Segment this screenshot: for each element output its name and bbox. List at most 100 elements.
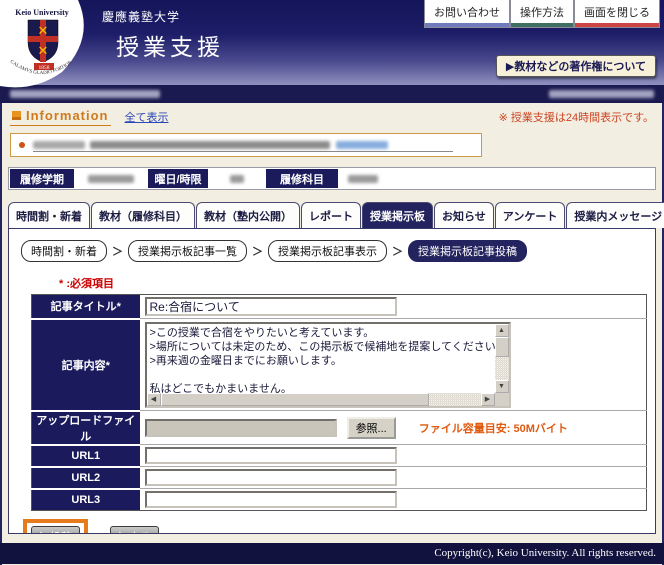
url3-cell bbox=[140, 489, 647, 511]
tab-class-board[interactable]: 授業掲示板 bbox=[362, 202, 433, 228]
header: Keio University ✕ ✕ 1858 CALAMVS GLADIO … bbox=[0, 0, 664, 85]
url1-input[interactable] bbox=[145, 447, 397, 464]
svg-text:Keio University: Keio University bbox=[15, 8, 69, 17]
upload-file-row: アップロードファイル 参照... ファイル容量目安: 50Mバイト bbox=[32, 411, 647, 445]
redacted-announcement-text bbox=[90, 141, 330, 149]
article-content-label: 記事内容* bbox=[32, 319, 140, 411]
article-content-cell: >この授業で合宿をやりたいと考えています。 >場所については未定のため、この掲示… bbox=[140, 319, 647, 411]
scroll-right-icon[interactable]: ▶ bbox=[481, 393, 495, 406]
tab-timetable-new[interactable]: 時間割・新着 bbox=[8, 202, 90, 228]
information-header: Information bbox=[10, 108, 111, 126]
tab-class-message[interactable]: 授業内メッセージ bbox=[566, 202, 664, 228]
url2-row: URL2 bbox=[32, 467, 647, 489]
content-line: >場所については未定のため、この掲示板で候補地を提案してください。 bbox=[150, 340, 494, 354]
day-period-label: 曜日/時限 bbox=[148, 169, 208, 188]
url2-label: URL2 bbox=[32, 467, 140, 489]
content-line: >この授業で合宿をやりたいと考えています。 bbox=[150, 326, 494, 340]
contact-button[interactable]: お問い合わせ bbox=[424, 0, 510, 28]
information-icon bbox=[12, 111, 21, 120]
breadcrumb: 時間割・新着 ＞ 授業掲示板記事一覧 ＞ 授業掲示板記事表示 ＞ 授業掲示板記事… bbox=[21, 240, 643, 262]
tab-materials-enrolled[interactable]: 教材（履修科目） bbox=[91, 202, 195, 228]
tab-news[interactable]: お知らせ bbox=[434, 202, 494, 228]
upload-file-cell: 参照... ファイル容量目安: 50Mバイト bbox=[140, 411, 647, 445]
subject-label: 履修科目 bbox=[266, 169, 338, 188]
article-title-row: 記事タイトル* bbox=[32, 295, 647, 319]
article-content-textarea[interactable]: >この授業で合宿をやりたいと考えています。 >場所については未定のため、この掲示… bbox=[145, 322, 511, 408]
scroll-down-icon[interactable]: ▼ bbox=[495, 380, 509, 393]
scroll-up-icon[interactable]: ▲ bbox=[495, 324, 509, 337]
svg-text:1858: 1858 bbox=[39, 65, 50, 71]
tab-report[interactable]: レポート bbox=[301, 202, 361, 228]
subject-value bbox=[338, 169, 654, 188]
scrollbar-corner bbox=[495, 393, 509, 406]
announcement-underline bbox=[33, 151, 453, 152]
horizontal-scroll-thumb[interactable] bbox=[161, 393, 429, 406]
materials-copyright-button[interactable]: ▶教材などの著作権について bbox=[496, 55, 656, 77]
breadcrumb-item-timetable[interactable]: 時間割・新着 bbox=[21, 240, 107, 262]
announcement-box[interactable] bbox=[10, 133, 482, 157]
course-info-bar: 履修学期 曜日/時限 履修科目 bbox=[8, 167, 656, 190]
announcement-bullet-icon bbox=[19, 142, 25, 148]
vertical-scrollbar[interactable]: ▲ ▼ bbox=[495, 324, 509, 393]
header-nav: お問い合わせ 操作方法 画面を閉じる bbox=[424, 0, 660, 28]
redacted-term-value bbox=[88, 175, 134, 183]
redacted-day-value bbox=[230, 175, 244, 183]
highlighted-content-line: 私はどこでもかまいません。 bbox=[147, 382, 292, 393]
vertical-scroll-thumb[interactable] bbox=[495, 337, 509, 357]
article-title-label: 記事タイトル* bbox=[32, 295, 140, 319]
information-title: Information bbox=[26, 108, 109, 123]
support-hours-note: ※ 授業支援は24時間表示です。 bbox=[499, 109, 654, 125]
close-screen-button[interactable]: 画面を閉じる bbox=[574, 0, 660, 28]
article-title-input[interactable] bbox=[145, 297, 397, 316]
tab-survey[interactable]: アンケート bbox=[495, 202, 566, 228]
scroll-left-icon[interactable]: ◀ bbox=[147, 393, 161, 406]
information-section: Information 全て表示 ※ 授業支援は24時間表示です。 bbox=[0, 103, 664, 167]
logo-shield-icon: ✕ ✕ bbox=[28, 20, 58, 62]
horizontal-scrollbar[interactable]: ◀ ▶ bbox=[147, 393, 495, 406]
content-line bbox=[150, 368, 494, 382]
upload-file-label: アップロードファイル bbox=[32, 411, 140, 445]
submit-highlight-annotation: ▶投稿 bbox=[23, 519, 88, 534]
breadcrumb-separator: ＞ bbox=[112, 243, 123, 259]
help-button[interactable]: 操作方法 bbox=[510, 0, 574, 28]
upload-file-input[interactable] bbox=[145, 419, 337, 437]
article-form-table: 記事タイトル* 記事内容* >この授業で合宿をやりたいと考えています。 >場所に… bbox=[31, 294, 647, 511]
redacted-date bbox=[549, 90, 654, 98]
breadcrumb-item-board-list[interactable]: 授業掲示板記事一覧 bbox=[128, 240, 247, 262]
submit-button[interactable]: ▶投稿 bbox=[31, 526, 80, 534]
help-button-label: 操作方法 bbox=[520, 7, 564, 19]
url1-cell bbox=[140, 445, 647, 467]
footer: Copyright(c), Keio University. All right… bbox=[0, 543, 664, 564]
contact-button-label: お問い合わせ bbox=[434, 7, 500, 19]
redacted-announcement-link[interactable] bbox=[336, 141, 388, 149]
url3-row: URL3 bbox=[32, 489, 647, 511]
url1-label: URL1 bbox=[32, 445, 140, 467]
page-container: Keio University ✕ ✕ 1858 CALAMVS GLADIO … bbox=[0, 0, 664, 565]
content-panel: 時間割・新着 ＞ 授業掲示板記事一覧 ＞ 授業掲示板記事表示 ＞ 授業掲示板記事… bbox=[8, 228, 656, 534]
svg-text:✕: ✕ bbox=[38, 43, 49, 58]
action-buttons: ▶投稿 ▶戻る bbox=[23, 519, 643, 534]
footer-copyright: Copyright(c), Keio University. All right… bbox=[434, 547, 656, 559]
contact-accent-bar bbox=[425, 23, 509, 27]
close-screen-button-label: 画面を閉じる bbox=[584, 7, 650, 19]
redacted-announcement-date bbox=[33, 141, 85, 149]
url3-label: URL3 bbox=[32, 489, 140, 511]
url2-input[interactable] bbox=[145, 469, 397, 486]
university-name: 慶應義塾大学 bbox=[102, 8, 180, 25]
content-line: >再来週の金曜日までにお願いします。 bbox=[150, 354, 494, 368]
close-accent-bar bbox=[575, 23, 659, 27]
back-button[interactable]: ▶戻る bbox=[110, 526, 159, 534]
keio-logo: Keio University ✕ ✕ 1858 CALAMVS GLADIO … bbox=[0, 0, 92, 88]
article-title-cell bbox=[140, 295, 647, 319]
tab-materials-public[interactable]: 教材（塾内公開） bbox=[196, 202, 300, 228]
redacted-subject-value bbox=[348, 175, 378, 183]
show-all-link[interactable]: 全て表示 bbox=[125, 109, 169, 125]
tab-bar: 時間割・新着 教材（履修科目） 教材（塾内公開） レポート 授業掲示板 お知らせ… bbox=[8, 202, 664, 228]
url3-input[interactable] bbox=[145, 491, 397, 508]
browse-button[interactable]: 参照... bbox=[347, 417, 396, 439]
day-period-value bbox=[208, 169, 266, 188]
svg-text:✕: ✕ bbox=[38, 23, 49, 38]
breadcrumb-item-board-view[interactable]: 授業掲示板記事表示 bbox=[268, 240, 387, 262]
page-title: 授業支援 bbox=[116, 28, 224, 62]
textarea-content: >この授業で合宿をやりたいと考えています。 >場所については未定のため、この掲示… bbox=[147, 324, 495, 393]
